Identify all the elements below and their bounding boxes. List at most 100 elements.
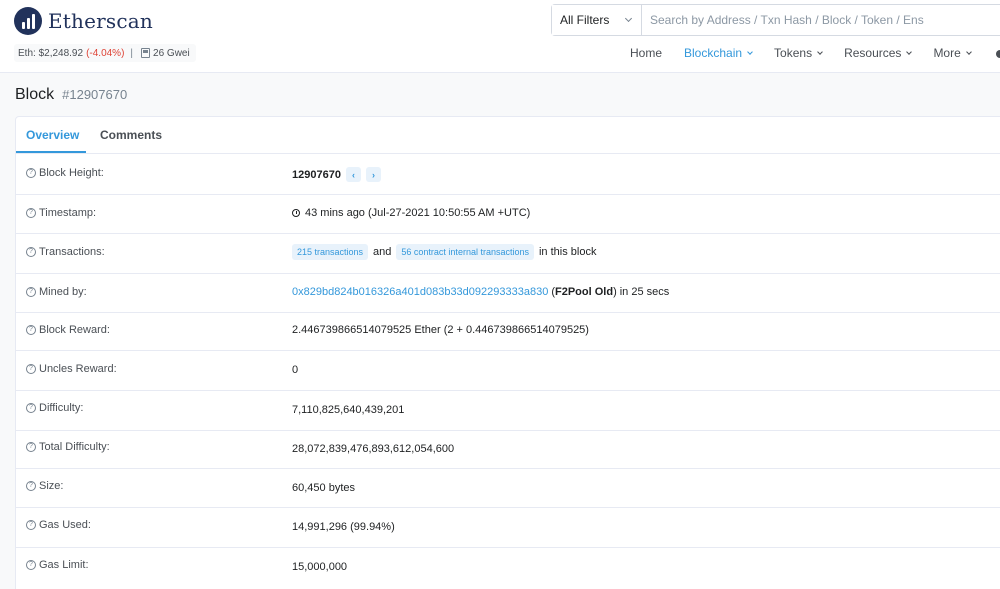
chevron-down-icon <box>906 48 913 55</box>
timestamp-value: 43 mins ago (Jul-27-2021 10:50:55 AM +UT… <box>305 207 531 219</box>
ethereum-network-icon[interactable] <box>996 50 1000 58</box>
uncles-reward-label: Uncles Reward: <box>39 363 117 375</box>
field-label: ? Size: <box>26 480 63 492</box>
help-icon[interactable]: ? <box>26 403 36 413</box>
eth-price[interactable]: Eth: $2,248.92 <box>18 48 83 59</box>
gas-limit-label: Gas Limit: <box>39 559 89 571</box>
tab-overview[interactable]: Overview <box>26 128 79 142</box>
nav-home[interactable]: Home <box>630 46 662 60</box>
previous-block-button[interactable]: ‹ <box>345 167 361 182</box>
nav-resources-label: Resources <box>844 46 902 60</box>
search-filter-dropdown[interactable]: All Filters <box>552 5 642 35</box>
field-label: ? Gas Limit: <box>26 559 89 571</box>
etherscan-logo-icon <box>14 7 42 35</box>
row-transactions: ? Transactions: 215 transactions and 56 … <box>16 234 1000 274</box>
etherscan-logo[interactable]: Etherscan <box>14 7 153 35</box>
site-header: Etherscan Eth: $2,248.92 (-4.04%) | 26 G… <box>0 0 1000 73</box>
block-reward-value: 2.446739866514079525 Ether (2 + 0.446739… <box>292 324 589 336</box>
page-title-text: Block <box>15 86 55 103</box>
close-paren: ) <box>613 286 617 298</box>
row-size: ? Size: 60,450 bytes <box>16 469 1000 508</box>
row-block-reward: ? Block Reward: 2.446739866514079525 Eth… <box>16 313 1000 351</box>
and-text: and <box>373 246 392 258</box>
tab-bar: Overview Comments <box>16 117 1000 154</box>
tab-comments[interactable]: Comments <box>100 128 162 142</box>
eth-price-change: (-4.04%) <box>86 47 125 59</box>
block-number: #12907670 <box>62 87 128 102</box>
field-label: ? Transactions: <box>26 246 105 258</box>
help-icon[interactable]: ? <box>26 560 36 570</box>
nav-resources[interactable]: Resources <box>844 46 913 60</box>
field-label: ? Mined by: <box>26 286 87 298</box>
help-icon[interactable]: ? <box>26 520 36 530</box>
uncles-reward-value: 0 <box>292 364 299 376</box>
field-value: 12907670 ‹ › <box>292 167 381 182</box>
field-label: ? Total Difficulty: <box>26 441 110 453</box>
field-label: ? Block Reward: <box>26 324 110 336</box>
filter-label: All Filters <box>560 13 610 27</box>
row-uncles-reward: ? Uncles Reward: 0 <box>16 351 1000 391</box>
field-value: 0 <box>292 364 298 376</box>
field-label: ? Difficulty: <box>26 402 83 414</box>
block-details-card: Overview Comments ? Block Height: 129076… <box>15 116 1000 589</box>
field-value: 2.446739866514079525 Ether (2 + 0.446739… <box>292 324 589 336</box>
help-icon[interactable]: ? <box>26 168 36 178</box>
mined-by-label: Mined by: <box>39 286 87 298</box>
nav-more[interactable]: More <box>933 46 972 60</box>
block-reward-label: Block Reward: <box>39 324 110 336</box>
miner-address-link[interactable]: 0x829bd824b016326a401d083b33d092293333a8… <box>292 286 548 298</box>
field-value: 28,072,839,476,893,612,054,600 <box>292 443 454 455</box>
chevron-down-icon <box>624 14 633 23</box>
size-value: 60,450 bytes <box>292 482 355 494</box>
help-icon[interactable]: ? <box>26 208 36 218</box>
help-icon[interactable]: ? <box>26 364 36 374</box>
chevron-down-icon <box>817 48 823 55</box>
field-value: 7,110,825,640,439,201 <box>292 404 404 416</box>
gas-used-label: Gas Used: <box>39 519 91 531</box>
nav-blockchain-label: Blockchain <box>684 46 743 60</box>
row-mined-by: ? Mined by: 0x829bd824b016326a401d083b33… <box>16 274 1000 313</box>
chevron-down-icon <box>747 48 753 55</box>
size-label: Size: <box>39 480 64 492</box>
gas-used-value: 14,991,296 (99.94%) <box>292 521 395 533</box>
timestamp-label: Timestamp: <box>39 207 97 219</box>
internal-transactions-badge[interactable]: 56 contract internal transactions <box>396 244 534 260</box>
nav-tokens[interactable]: Tokens <box>774 46 823 60</box>
row-gas-used: ? Gas Used: 14,991,296 (99.94%) <box>16 508 1000 548</box>
help-icon[interactable]: ? <box>26 325 36 335</box>
total-difficulty-value: 28,072,839,476,893,612,054,600 <box>292 443 455 455</box>
gas-price[interactable]: 26 Gwei <box>153 48 190 59</box>
difficulty-value: 7,110,825,640,439,201 <box>292 404 405 416</box>
field-value: 15,000,000 <box>292 561 347 573</box>
row-timestamp: ? Timestamp: 43 mins ago (Jul-27-2021 10… <box>16 195 1000 234</box>
next-block-button[interactable]: › <box>365 167 381 182</box>
field-value: 215 transactions and 56 contract interna… <box>292 244 596 260</box>
help-icon[interactable]: ? <box>26 287 36 297</box>
help-icon[interactable]: ? <box>26 442 36 452</box>
block-height-value: 12907670 <box>292 168 341 181</box>
field-value: 60,450 bytes <box>292 482 355 494</box>
search-bar: All Filters <box>551 4 1000 36</box>
help-icon[interactable]: ? <box>26 481 36 491</box>
chevron-down-icon <box>965 48 972 55</box>
gas-pump-icon <box>141 48 151 58</box>
help-icon[interactable]: ? <box>26 247 36 257</box>
active-tab-indicator <box>16 151 86 153</box>
field-value: 43 mins ago (Jul-27-2021 10:50:55 AM +UT… <box>292 207 530 219</box>
eth-price-bar: Eth: $2,248.92 (-4.04%) | 26 Gwei <box>14 44 196 62</box>
nav-home-label: Home <box>630 46 663 60</box>
mined-duration: in 25 secs <box>619 286 670 298</box>
total-difficulty-label: Total Difficulty: <box>39 441 110 453</box>
search-input[interactable] <box>642 5 1000 35</box>
clock-icon <box>292 209 300 217</box>
nav-tokens-label: Tokens <box>774 46 813 60</box>
nav-blockchain[interactable]: Blockchain <box>684 46 753 60</box>
row-difficulty: ? Difficulty: 7,110,825,640,439,201 <box>16 391 1000 431</box>
field-label: ? Gas Used: <box>26 519 91 531</box>
transactions-badge[interactable]: 215 transactions <box>292 244 369 260</box>
row-block-height: ? Block Height: 12907670 ‹ › <box>16 154 1000 195</box>
row-gas-limit: ? Gas Limit: 15,000,000 <box>16 548 1000 588</box>
field-label: ? Block Height: <box>26 167 104 179</box>
difficulty-label: Difficulty: <box>39 402 84 414</box>
field-label: ? Uncles Reward: <box>26 363 117 375</box>
